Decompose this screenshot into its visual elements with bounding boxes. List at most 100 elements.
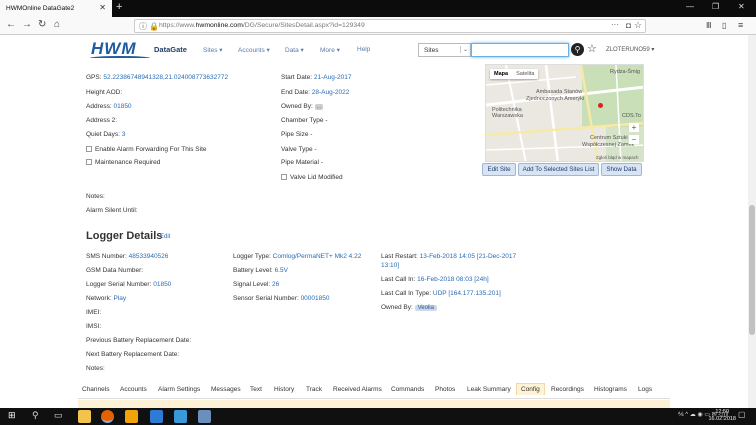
start-date-value: 21-Aug-2017 [313,74,352,81]
network-field: Network: Play [86,295,126,302]
site-notes-label: Notes: [86,193,105,200]
maximize-icon[interactable]: ❐ [712,2,719,11]
search-icon[interactable]: ⚲ [571,43,584,56]
tab-alarm-settings[interactable]: Alarm Settings [158,386,200,393]
map-tab-map[interactable]: Mapa [490,69,512,79]
zoom-in-icon[interactable]: + [629,123,639,132]
tab-history[interactable]: History [274,386,294,393]
tab-histograms[interactable]: Histograms [594,386,627,393]
tab-commands[interactable]: Commands [391,386,424,393]
url-path: /DG/Secure/SitesDetail.aspx?id=129349 [242,22,365,29]
menu-accounts[interactable]: Accounts ▾ [238,46,270,54]
tab-channels[interactable]: Channels [82,386,109,393]
tab-logs[interactable]: Logs [638,386,652,393]
tab-config[interactable]: Config [516,383,545,395]
map-label: Ambasada Stanów [536,89,583,95]
owned-by-field: Owned By: ... [281,103,324,110]
tab-accounts[interactable]: Accounts [120,386,147,393]
menu-data[interactable]: Data ▾ [285,46,304,54]
user-menu[interactable]: ZLOTERUNO59 ▾ [606,46,654,53]
map-label: CDS.To [622,113,641,119]
firefox-icon[interactable] [101,410,114,423]
checkbox-icon[interactable] [281,174,287,180]
search-icon[interactable]: ⚲ [32,410,39,421]
search-scope-select[interactable]: Sites ⌄ [418,43,471,57]
edit-site-button[interactable]: Edit Site [482,163,516,176]
url-text: https://www.hwmonline.com/DG/Secure/Site… [159,22,365,29]
scrollbar-thumb[interactable] [749,205,755,335]
show-data-button[interactable]: Show Data [601,163,642,176]
last-restart-label: Last Restart: [381,253,418,260]
logger-serial-label: Logger Serial Number: [86,281,152,288]
alarm-forwarding-checkbox[interactable]: Enable Alarm Forwarding For This Site [86,146,207,153]
tab-recordings[interactable]: Recordings [551,386,584,393]
map-report-error-link[interactable]: Zgłoś błąd w mapach [596,155,639,160]
checkbox-icon[interactable] [86,146,92,152]
sidebar-icon[interactable]: ▯ [722,21,726,30]
logger-type-label: Logger Type: [233,253,271,260]
search-scope-value: Sites [424,47,439,54]
logger-owned-by-field: Owned By: Veolia [381,304,437,311]
tab-received-alarms[interactable]: Received Alarms [333,386,382,393]
pocket-icon[interactable]: ◘ [626,21,631,30]
add-to-selected-sites-button[interactable]: Add To Selected Sites List [518,163,599,176]
valve-lid-checkbox[interactable]: Valve Lid Modified [281,174,343,181]
page-scrollbar[interactable] [748,35,756,408]
quiet-days-field: Quiet Days: 3 [86,131,125,138]
address-field: Address: 01850 [86,103,132,110]
tab-photos[interactable]: Photos [435,386,455,393]
system-clock[interactable]: 12:50 16.02.2018 [708,409,736,423]
window-close-icon[interactable]: ✕ [738,2,745,11]
menu-sites[interactable]: Sites ▾ [203,46,223,54]
dropbox-icon[interactable] [150,410,163,423]
new-tab-icon[interactable]: + [116,1,122,13]
checkbox-icon[interactable] [86,159,92,165]
page-actions-icon[interactable]: ··· [611,20,619,29]
last-restart-value-cont: 13:10] [381,262,400,269]
task-view-icon[interactable]: ▭ [54,410,63,421]
tab-text[interactable]: Text [250,386,262,393]
tab-leak-summary[interactable]: Leak Summary [467,386,511,393]
favourite-star-icon[interactable]: ☆ [587,42,597,55]
signal-level-field: Signal Level: 26 [233,281,279,288]
address-label: Address: [86,103,112,110]
library-icon[interactable]: Ⅲ [706,21,712,30]
close-tab-icon[interactable]: ✕ [99,3,106,12]
map-label: Rydza-Śmig [610,69,640,75]
menu-help[interactable]: Help [357,46,370,53]
gsm-data-label: GSM Data Number: [86,267,144,274]
menu-more[interactable]: More ▾ [320,46,340,54]
hamburger-menu-icon[interactable]: ≡ [738,20,743,30]
forward-icon[interactable]: → [22,19,32,30]
site-location-pin-icon[interactable] [598,103,603,108]
browser-tab[interactable]: HWMOnline DataGate2 ✕ [0,0,112,17]
outlook-icon[interactable] [125,410,138,423]
windows-start-icon[interactable]: ⊞ [8,410,16,421]
owner-badge: Veolia [414,305,437,311]
tab-messages[interactable]: Messages [211,386,241,393]
maintenance-checkbox[interactable]: Maintenance Required [86,159,160,166]
zoom-out-icon[interactable]: − [629,135,639,144]
minimize-icon[interactable]: — [686,2,694,11]
site-map[interactable]: Mapa Satelita Rydza-Śmig Ambasada Stanów… [485,64,644,162]
url-bar[interactable]: ⓘ 🔒 https://www.hwmonline.com/DG/Secure/… [134,19,646,33]
notifications-icon[interactable]: ▢ [738,410,746,419]
tab-track[interactable]: Track [306,386,322,393]
config-panel [78,400,670,408]
valve-lid-label: Valve Lid Modified [290,174,343,181]
site-info-icon[interactable]: ⓘ 🔒 [139,21,159,32]
sms-value: 48533940526 [128,253,169,260]
map-tab-satellite[interactable]: Satelita [512,69,538,79]
bookmark-star-icon[interactable]: ☆ [634,20,642,31]
logger-edit-link[interactable]: Edit [160,234,170,240]
search-input[interactable] [471,43,569,57]
home-icon[interactable]: ⌂ [54,19,60,30]
file-explorer-icon[interactable] [78,410,91,423]
clock-time: 12:50 [715,409,730,415]
app-icon[interactable] [174,410,187,423]
back-icon[interactable]: ← [6,19,16,30]
remote-desktop-icon[interactable] [198,410,211,423]
gps-label: GPS: [86,74,102,81]
sensor-serial-field: Sensor Serial Number: 00001850 [233,295,329,302]
reload-icon[interactable]: ↻ [38,19,46,30]
